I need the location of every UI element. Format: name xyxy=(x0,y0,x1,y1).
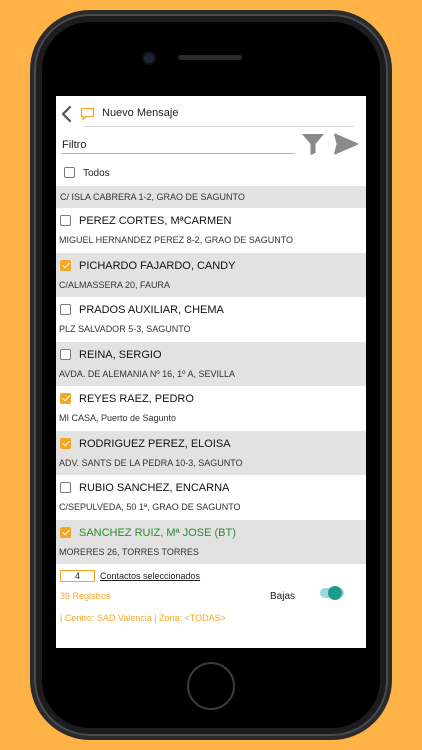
list-item[interactable]: PRADOS AUXILIAR, CHEMA PLZ SALVADOR 5-3, … xyxy=(56,297,366,341)
contact-address: MI CASA, Puerto de Sagunto xyxy=(59,413,177,423)
checkbox-checked[interactable] xyxy=(60,259,71,271)
records-count: 39 Registros xyxy=(60,591,111,601)
bajas-label: Bajas xyxy=(270,591,296,602)
header-divider xyxy=(84,126,354,127)
list-item[interactable]: RODRIGUEZ PEREZ, ELOISA ADV. SANTS DE LA … xyxy=(56,430,366,475)
list-item-partial[interactable]: C/ ISLA CABRERA 1-2, GRAO DE SAGUNTO xyxy=(56,186,366,208)
checkbox[interactable] xyxy=(60,215,71,226)
checkbox-checked[interactable] xyxy=(60,526,71,538)
earpiece-speaker xyxy=(178,55,242,60)
contact-address: AVDA. DE ALEMANIA Nº 16, 1º A, SEVILLA xyxy=(59,368,235,379)
select-all-row[interactable]: Todos xyxy=(56,162,366,184)
selected-count-box: 4 xyxy=(60,570,95,582)
front-camera xyxy=(144,53,154,63)
centro-zona-info: | Centro: SAD Valencia | Zona: <TODAS> xyxy=(60,613,226,623)
list-item[interactable]: PEREZ CORTES, MªCARMEN MIGUEL HERNANDEZ P… xyxy=(56,208,366,252)
contact-name: PICHARDO FAJARDO, CANDY xyxy=(79,259,236,272)
home-button[interactable] xyxy=(187,662,235,710)
list-item[interactable]: REYES RAEZ, PEDRO MI CASA, Puerto de Sagu… xyxy=(56,386,366,430)
contact-address: PLZ SALVADOR 5-3, SAGUNTO xyxy=(59,324,191,334)
filter-input[interactable] xyxy=(61,136,295,154)
contact-address: C/SEPULVEDA, 50 1ª, GRAO DE SAGUNTO xyxy=(59,502,241,512)
contact-address: MORERES 26, TORRES TORRES xyxy=(59,546,199,557)
checkbox[interactable] xyxy=(60,348,71,360)
contact-address: C/ ISLA CABRERA 1-2, GRAO DE SAGUNTO xyxy=(60,192,245,202)
page-title: Nuevo Mensaje xyxy=(102,107,179,119)
power-button xyxy=(388,170,392,226)
contact-name: RUBIO SANCHEZ, ENCARNA xyxy=(79,482,230,494)
app-screen: Nuevo Mensaje Todos C/ ISLA CABRERA 1-2,… xyxy=(56,96,366,648)
back-chevron-icon[interactable] xyxy=(60,105,74,123)
volume-down-button xyxy=(30,200,34,236)
checkbox-checked[interactable] xyxy=(60,437,71,449)
checkbox[interactable] xyxy=(60,482,71,493)
list-item[interactable]: PICHARDO FAJARDO, CANDY C/ALMASSERA 20, F… xyxy=(56,252,366,297)
contact-name: REYES RAEZ, PEDRO xyxy=(79,393,194,405)
contact-address: C/ALMASSERA 20, FAURA xyxy=(59,279,171,290)
contact-address: MIGUEL HERNANDEZ PEREZ 8-2, GRAO DE SAGU… xyxy=(59,235,294,245)
list-item[interactable]: SANCHEZ RUIZ, Mª JOSE (BT) MORERES 26, TO… xyxy=(56,519,366,564)
contact-name: RODRIGUEZ PEREZ, ELOISA xyxy=(79,437,231,450)
list-item[interactable]: RUBIO SANCHEZ, ENCARNA C/SEPULVEDA, 50 1ª… xyxy=(56,475,366,519)
list-item[interactable]: REINA, SERGIO AVDA. DE ALEMANIA Nº 16, 1º… xyxy=(56,341,366,386)
checkbox[interactable] xyxy=(60,304,71,315)
contact-name: PRADOS AUXILIAR, CHEMA xyxy=(79,304,224,316)
volume-up-button xyxy=(30,150,34,186)
select-all-checkbox[interactable] xyxy=(64,167,75,178)
funnel-filter-icon[interactable] xyxy=(301,132,325,156)
contact-name: REINA, SERGIO xyxy=(79,348,162,361)
contact-name: SANCHEZ RUIZ, Mª JOSE (BT) xyxy=(79,526,236,539)
select-all-label: Todos xyxy=(83,168,110,179)
contact-address: ADV. SANTS DE LA PEDRA 10-3, SAGUNTO xyxy=(59,457,243,468)
message-bubble-icon xyxy=(80,107,95,121)
bajas-toggle-knob[interactable] xyxy=(328,586,342,600)
contact-name: PEREZ CORTES, MªCARMEN xyxy=(79,215,232,227)
header-bar: Nuevo Mensaje xyxy=(56,96,366,127)
selected-count-label[interactable]: Contactos seleccionados xyxy=(100,571,200,581)
checkbox-checked[interactable] xyxy=(60,393,71,404)
send-icon[interactable] xyxy=(334,133,358,155)
